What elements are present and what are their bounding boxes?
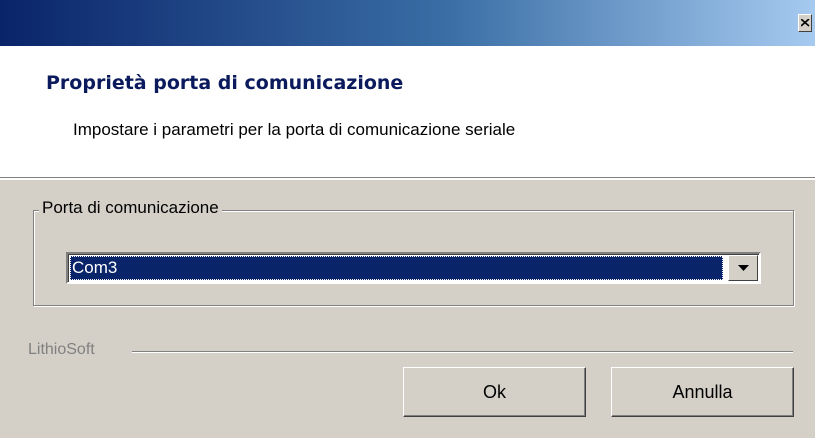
port-group-label: Porta di comunicazione	[39, 198, 222, 218]
page-title: Proprietà porta di comunicazione	[46, 72, 404, 94]
close-x-icon	[801, 19, 810, 27]
page-subtitle: Impostare i parametri per la porta di co…	[73, 120, 516, 139]
brand-label: LithioSoft	[28, 341, 95, 358]
port-select-value[interactable]: Com3	[70, 256, 723, 280]
dialog-window: Proprietà porta di comunicazione Imposta…	[0, 0, 815, 438]
chevron-down-icon	[738, 265, 749, 271]
cancel-button[interactable]: Annulla	[611, 367, 794, 417]
brand-divider	[132, 351, 793, 353]
port-select[interactable]: Com3	[66, 252, 761, 284]
close-button[interactable]	[798, 14, 812, 32]
dropdown-button[interactable]	[728, 255, 758, 281]
ok-button[interactable]: Ok	[403, 367, 586, 417]
title-bar[interactable]	[0, 0, 815, 46]
header-panel: Proprietà porta di comunicazione Imposta…	[0, 46, 815, 180]
